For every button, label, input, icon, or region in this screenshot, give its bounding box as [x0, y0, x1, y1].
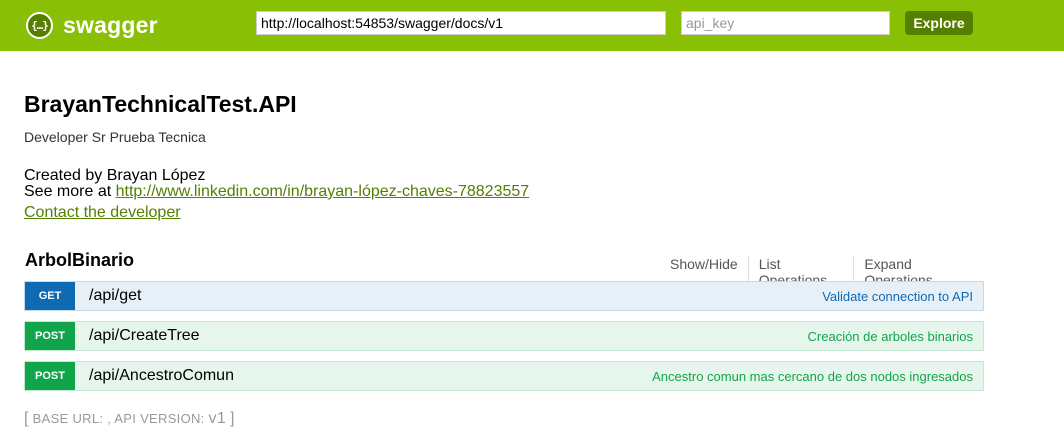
operation-path[interactable]: /api/AncestroComun	[89, 367, 234, 385]
api-title: BrayanTechnicalTest.API	[24, 91, 297, 117]
top-bar: {…} swagger Explore	[0, 0, 1064, 51]
swagger-logo-icon: {…}	[26, 12, 53, 39]
operation-summary[interactable]: Creación de arboles binarios	[808, 329, 973, 344]
see-more-prefix: See more at	[24, 183, 116, 200]
swagger-logo-text: swagger	[63, 12, 158, 38]
operation-post-ancestro-comun[interactable]: POST /api/AncestroComun Ancestro comun m…	[24, 361, 984, 391]
swagger-logo[interactable]: {…} swagger	[26, 12, 158, 39]
contact-line: Contact the developer	[24, 204, 181, 222]
footer-close-bracket: ]	[229, 410, 235, 427]
explore-button[interactable]: Explore	[905, 11, 973, 35]
api-description: Developer Sr Prueba Tecnica	[24, 129, 206, 145]
operation-get-api-get[interactable]: GET /api/get Validate connection to API	[24, 281, 984, 311]
operation-summary[interactable]: Validate connection to API	[822, 289, 973, 304]
api-version-footer: [ BASE URL: , API VERSION: v1 ]	[24, 410, 235, 428]
operation-path[interactable]: /api/get	[89, 287, 141, 305]
resource-name[interactable]: ArbolBinario	[25, 250, 134, 271]
method-badge-post[interactable]: POST	[25, 322, 75, 350]
operation-post-create-tree[interactable]: POST /api/CreateTree Creación de arboles…	[24, 321, 984, 351]
method-badge-post[interactable]: POST	[25, 362, 75, 390]
method-badge-get[interactable]: GET	[25, 282, 75, 310]
footer-open-bracket: [	[24, 410, 29, 427]
see-more-line: See more at http://www.linkedin.com/in/b…	[24, 183, 529, 201]
api-version-value: v1	[208, 410, 227, 427]
operation-summary[interactable]: Ancestro comun mas cercano de dos nodos …	[652, 369, 973, 384]
contact-developer-link[interactable]: Contact the developer	[24, 204, 181, 221]
spec-url-input[interactable]	[256, 11, 666, 35]
base-url-label: BASE URL: , API VERSION:	[32, 411, 209, 426]
linkedin-link[interactable]: http://www.linkedin.com/in/brayan-lópez-…	[116, 183, 530, 200]
operation-path[interactable]: /api/CreateTree	[89, 327, 200, 345]
api-key-input[interactable]	[681, 11, 890, 35]
